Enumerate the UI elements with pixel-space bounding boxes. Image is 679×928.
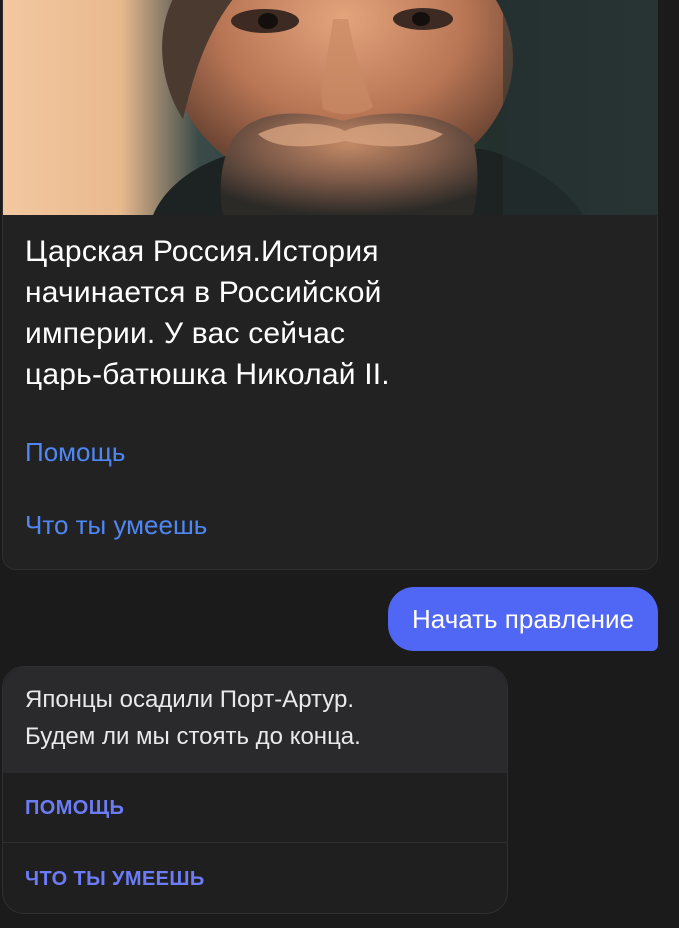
user-message-bubble: Начать правление (388, 587, 658, 651)
reply-line: Японцы осадили Порт-Артур. (25, 686, 355, 713)
portrait-image (3, 0, 657, 215)
assistant-reply-text: Японцы осадили Порт-Артур. Будем ли мы с… (3, 667, 507, 773)
help-link[interactable]: Помощь (25, 436, 125, 468)
title-line: начинается в Российской (25, 276, 382, 309)
what-can-you-do-link[interactable]: Что ты умеешь (25, 509, 207, 541)
reply-line: Будем ли мы стоять до конца. (25, 723, 361, 750)
skill-card-title: Царская Россия.История начинается в Росс… (25, 231, 635, 395)
skill-card: Царская Россия.История начинается в Росс… (2, 0, 658, 570)
title-line: империи. У вас сейчас (25, 317, 346, 350)
title-line: Царская Россия.История (25, 235, 379, 268)
what-can-you-do-button[interactable]: ЧТО ТЫ УМЕЕШЬ (3, 844, 507, 913)
title-line: царь-батюшка Николай II. (25, 358, 390, 391)
chat-screen: Царская Россия.История начинается в Росс… (0, 0, 679, 928)
assistant-reply-card: Японцы осадили Порт-Артур. Будем ли мы с… (2, 666, 508, 914)
help-button[interactable]: ПОМОЩЬ (3, 773, 507, 843)
